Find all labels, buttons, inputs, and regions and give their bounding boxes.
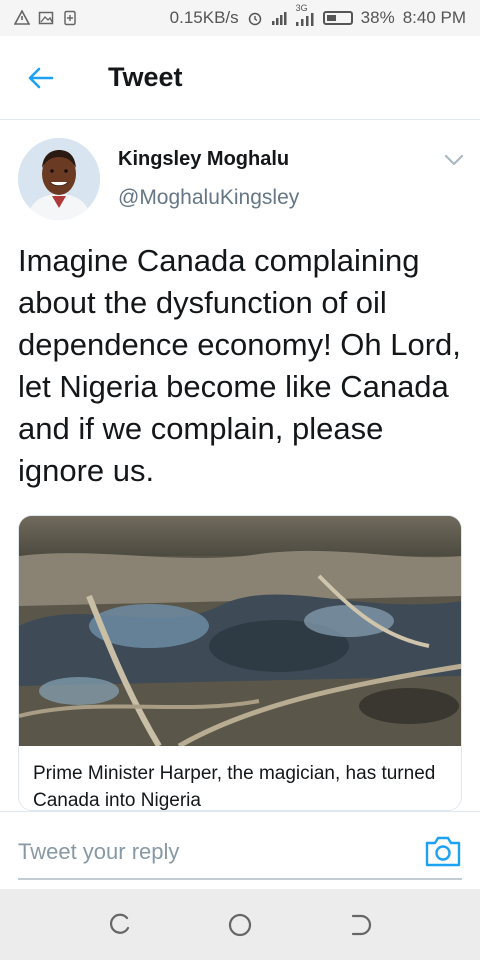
- alarm-icon: [248, 12, 261, 26]
- warning-icon: [14, 10, 30, 25]
- status-notifications: [14, 10, 78, 26]
- network-speed: 0.15KB/s: [169, 8, 239, 27]
- battery-icon: [322, 11, 353, 25]
- user-handle[interactable]: @MoghaluKingsley: [118, 186, 299, 210]
- status-system: 0.15KB/s 3G 38% 8:40 PM: [169, 3, 466, 28]
- battery-level: 38%: [360, 8, 395, 27]
- arrow-left-icon: [28, 67, 54, 88]
- status-bar: 0.15KB/s 3G 38% 8:40 PM: [0, 0, 480, 36]
- signal-icon: [271, 12, 287, 25]
- reply-input[interactable]: [18, 832, 398, 872]
- avatar-image: [18, 138, 100, 220]
- reply-underline: [18, 878, 462, 880]
- back-icon[interactable]: [347, 912, 373, 938]
- app-header: Tweet: [0, 36, 480, 120]
- system-nav-bar: [0, 889, 480, 960]
- home-icon[interactable]: [227, 912, 253, 938]
- page-title: Tweet: [108, 62, 183, 92]
- sim-icon: [64, 10, 76, 26]
- signal-bars-3g: [295, 13, 314, 26]
- recent-apps-icon[interactable]: [107, 912, 133, 938]
- display-name[interactable]: Kingsley Moghalu: [118, 148, 289, 171]
- signal-3g-icon: 3G: [295, 3, 315, 26]
- back-button[interactable]: [0, 36, 80, 120]
- camera-icon[interactable]: [424, 834, 462, 868]
- image-icon: [38, 11, 54, 25]
- card-caption: Prime Minister Harper, the magician, has…: [33, 763, 436, 811]
- reply-bar: [0, 811, 480, 889]
- tweet-text: Imagine Canada complaining about the dys…: [18, 243, 461, 488]
- clock: 8:40 PM: [402, 8, 466, 27]
- link-card[interactable]: Prime Minister Harper, the magician, has…: [18, 515, 462, 811]
- card-image: [19, 516, 461, 746]
- chevron-down-icon[interactable]: [442, 150, 466, 170]
- avatar[interactable]: [18, 138, 100, 220]
